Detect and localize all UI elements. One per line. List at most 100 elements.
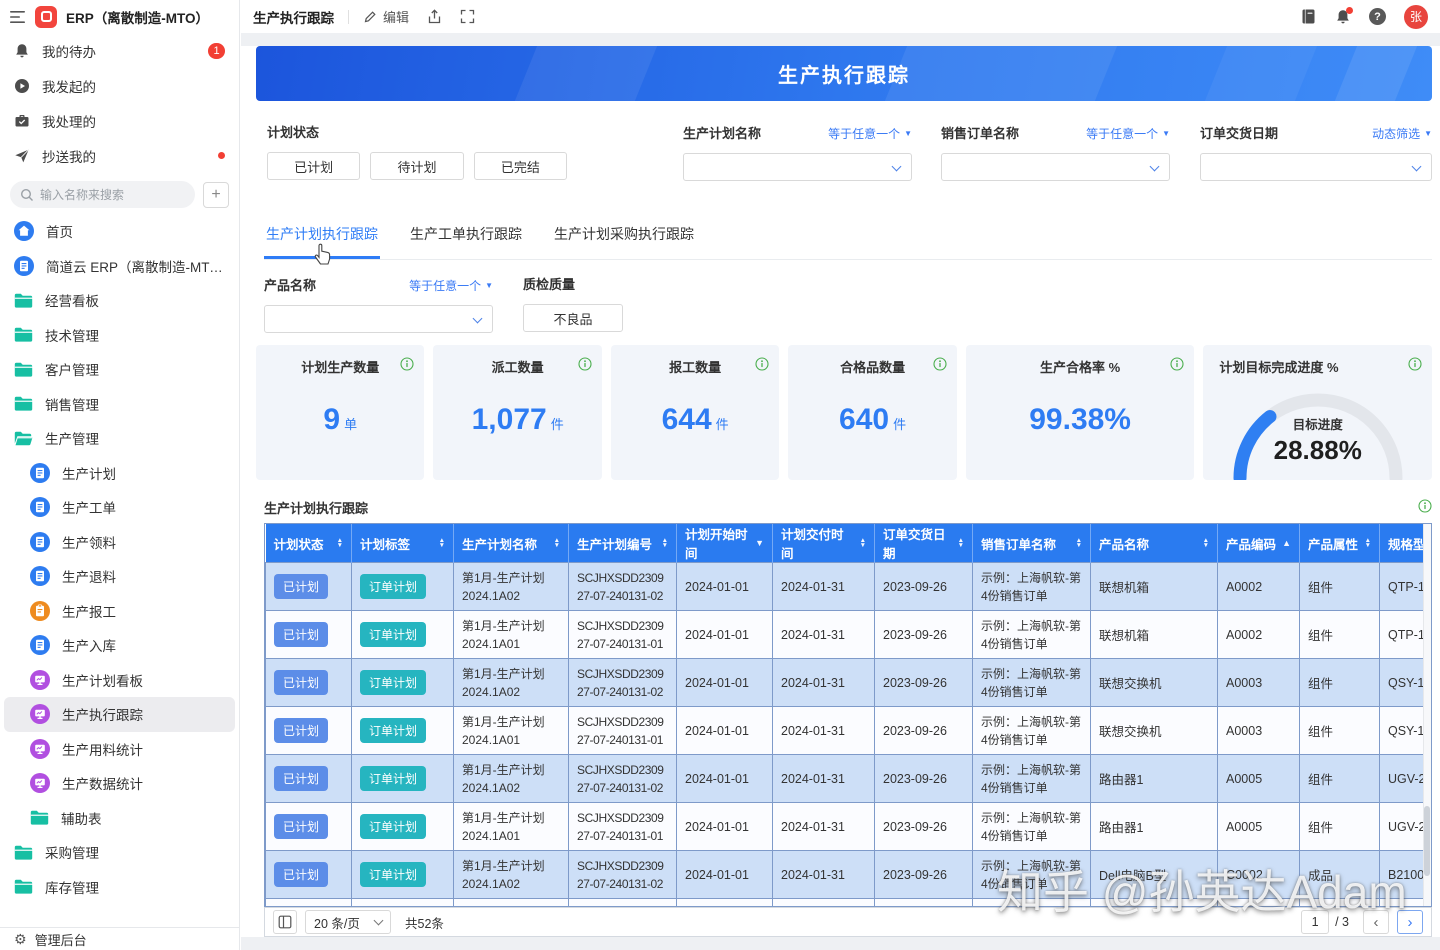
topbar-right: ? 张: [1300, 5, 1430, 29]
sort-icon[interactable]: ▲▼: [1197, 538, 1209, 548]
product-name-select[interactable]: [264, 305, 493, 333]
sidebar-item[interactable]: 经营看板: [4, 283, 235, 318]
admin-backend-link[interactable]: ⚙ 管理后台: [0, 927, 239, 950]
sort-icon[interactable]: ▲▼: [548, 538, 560, 548]
column-header[interactable]: 订单交货日期▲▼: [875, 524, 973, 563]
notification-bell-icon[interactable]: [1335, 9, 1351, 25]
operator-link[interactable]: 等于任意一个▼: [1086, 125, 1170, 142]
hamburger-icon[interactable]: [10, 10, 26, 24]
dash-purple-icon: [30, 739, 50, 759]
sidebar-menu-item[interactable]: 我发起的: [0, 68, 239, 103]
add-app-button[interactable]: +: [203, 182, 229, 208]
table-row[interactable]: 已计划订单计划第1月-生产计划 2024.1A01SCJHXSDD2309 27…: [266, 611, 1433, 659]
sidebar-menu-item[interactable]: 抄送我的: [0, 138, 239, 173]
plan-status-button[interactable]: 待计划: [370, 152, 463, 180]
sidebar-item[interactable]: 简道云 ERP（离散制造-MTO）...: [4, 249, 235, 284]
operator-link[interactable]: 动态筛选▼: [1372, 125, 1432, 142]
sidebar-item[interactable]: 生产管理: [4, 421, 235, 456]
search-input[interactable]: [40, 188, 185, 202]
page-input[interactable]: [1301, 910, 1329, 934]
sidebar-menu-item[interactable]: 我处理的: [0, 103, 239, 138]
info-icon[interactable]: [1418, 499, 1432, 518]
operator-link[interactable]: 等于任意一个▼: [828, 125, 912, 142]
sidebar-item[interactable]: 生产计划: [4, 456, 235, 491]
page-size-select[interactable]: 20 条/页: [305, 910, 391, 934]
sidebar-item[interactable]: 生产入库: [4, 628, 235, 663]
sidebar-item[interactable]: 生产工单: [4, 490, 235, 525]
user-avatar[interactable]: 张: [1404, 5, 1428, 29]
column-header[interactable]: 计划标签▲▼: [352, 524, 454, 563]
table-row[interactable]: 已计划订单计划第1月-生产计划 2024.1A01SCJHXSDD2309 27…: [266, 707, 1433, 755]
sidebar-item[interactable]: 客户管理: [4, 352, 235, 387]
edit-button[interactable]: 编辑: [363, 7, 409, 26]
quality-button[interactable]: 不良品: [523, 304, 623, 332]
sidebar-item[interactable]: 生产数据统计: [4, 766, 235, 801]
sort-icon[interactable]: ▼: [749, 538, 764, 548]
column-header[interactable]: 销售订单名称▲▼: [973, 524, 1091, 563]
tab-item[interactable]: 生产计划采购执行跟踪: [552, 222, 696, 259]
info-icon[interactable]: [1170, 357, 1184, 374]
sidebar-item[interactable]: 生产领料: [4, 525, 235, 560]
share-icon[interactable]: [427, 9, 442, 25]
info-icon[interactable]: [933, 357, 947, 374]
sidebar-item[interactable]: 采购管理: [4, 835, 235, 870]
scrollbar-thumb[interactable]: [1424, 806, 1430, 876]
column-header[interactable]: 计划交付时间▲▼: [773, 524, 875, 563]
help-icon[interactable]: ?: [1369, 8, 1386, 25]
cell-product_code: C0002: [1218, 851, 1300, 899]
sidebar-item[interactable]: 辅助表: [4, 801, 235, 836]
prev-page-button[interactable]: ‹: [1363, 910, 1389, 934]
table-row[interactable]: 已计划订单计划第1月-生产计划 2024.1A01SCJHXSDD2309 27…: [266, 803, 1433, 851]
sort-icon[interactable]: ▲▼: [952, 538, 964, 548]
sort-icon[interactable]: ▲▼: [433, 538, 445, 548]
table-row[interactable]: 已计划订单计划第1月-生产计划 2024.1A02SCJHXSDD2309 27…: [266, 659, 1433, 707]
column-header[interactable]: 产品属性▲▼: [1300, 524, 1380, 563]
fullscreen-icon[interactable]: [460, 9, 475, 24]
sort-icon[interactable]: ▲▼: [331, 538, 343, 548]
info-icon[interactable]: [1408, 357, 1422, 374]
info-icon[interactable]: [578, 357, 592, 374]
table-row[interactable]: 已计划订单计划第1月-生产计划 2024.1A02SCJHXSDD2309 27…: [266, 563, 1433, 611]
sidebar-item[interactable]: 生产计划看板: [4, 663, 235, 698]
next-page-button[interactable]: ›: [1397, 910, 1423, 934]
sidebar-item[interactable]: 生产退料: [4, 559, 235, 594]
sidebar-item[interactable]: 首页: [4, 214, 235, 249]
send-icon: [14, 148, 30, 164]
column-header[interactable]: 计划开始时间▼: [677, 524, 773, 563]
vertical-scrollbar[interactable]: [1423, 524, 1431, 906]
contacts-icon[interactable]: [1300, 8, 1317, 25]
tab-item[interactable]: 生产工单执行跟踪: [408, 222, 524, 259]
sort-icon[interactable]: ▲: [1276, 538, 1291, 548]
sidebar-menu-item[interactable]: 我的待办1: [0, 33, 239, 68]
tab-active[interactable]: 生产计划执行跟踪: [264, 222, 380, 259]
sidebar-item[interactable]: 生产用料统计: [4, 732, 235, 767]
column-header[interactable]: 生产计划名称▲▼: [454, 524, 569, 563]
column-header[interactable]: 计划状态 ▲▼: [266, 524, 352, 563]
column-header[interactable]: 产品名称▲▼: [1091, 524, 1218, 563]
sort-icon[interactable]: ▲▼: [1070, 538, 1082, 548]
sidebar-item[interactable]: 库存管理: [4, 870, 235, 905]
info-icon[interactable]: [400, 357, 414, 374]
table-row[interactable]: 已计划订单计划第1月-生产计划 2024.1A02SCJHXSDD2309 27…: [266, 851, 1433, 899]
table-row[interactable]: 已计划订单计划第1月-生产计划 2024.1A01SCJHXSDD2309 27…: [266, 899, 1433, 908]
plan-status-button[interactable]: 已计划: [267, 152, 360, 180]
sidebar-item[interactable]: 生产执行跟踪: [4, 697, 235, 732]
column-settings-button[interactable]: [273, 910, 297, 934]
sort-icon[interactable]: ▲▼: [656, 538, 668, 548]
plan-name-select[interactable]: [683, 153, 912, 181]
sort-icon[interactable]: ▲▼: [854, 538, 866, 548]
info-icon[interactable]: [755, 357, 769, 374]
sidebar-item[interactable]: 生产报工: [4, 594, 235, 629]
operator-link[interactable]: 等于任意一个▼: [409, 277, 493, 294]
plan-status-button[interactable]: 已完结: [474, 152, 567, 180]
sort-icon[interactable]: ▲▼: [1359, 538, 1371, 548]
sidebar-item[interactable]: 销售管理: [4, 387, 235, 422]
sales-order-select[interactable]: [941, 153, 1170, 181]
sidebar-item[interactable]: 技术管理: [4, 318, 235, 353]
column-header[interactable]: 生产计划编号▲▼: [569, 524, 677, 563]
column-label: 计划状态: [274, 534, 324, 553]
column-header[interactable]: 产品编码▲: [1218, 524, 1300, 563]
delivery-date-select[interactable]: [1200, 153, 1432, 181]
search-box[interactable]: [10, 181, 195, 208]
table-row[interactable]: 已计划订单计划第1月-生产计划 2024.1A02SCJHXSDD2309 27…: [266, 755, 1433, 803]
